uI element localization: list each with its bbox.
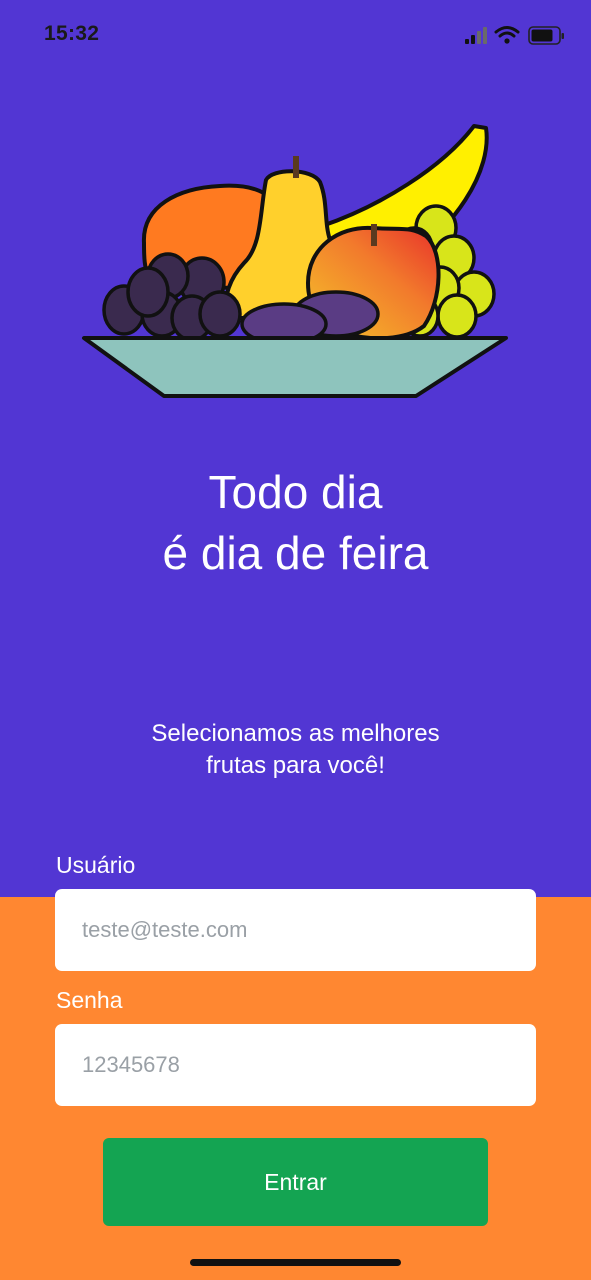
battery-icon <box>528 26 564 45</box>
login-button[interactable]: Entrar <box>103 1138 488 1226</box>
subtitle-line-2: frutas para você! <box>206 752 385 779</box>
bowl-icon <box>82 336 508 398</box>
subtitle: Selecionamos as melhores frutas para voc… <box>0 718 591 782</box>
username-input[interactable] <box>55 889 536 971</box>
headline-line-1: Todo dia <box>208 466 383 518</box>
password-label: Senha <box>56 987 123 1013</box>
home-indicator[interactable] <box>190 1259 401 1266</box>
status-bar: 15:32 <box>0 0 591 70</box>
status-icons <box>465 26 564 45</box>
password-input[interactable] <box>55 1024 536 1106</box>
dark-grapes-icon <box>102 252 242 342</box>
subtitle-line-1: Selecionamos as melhores <box>151 720 440 747</box>
cellular-signal-icon <box>465 27 487 44</box>
status-time: 15:32 <box>44 22 100 45</box>
username-label: Usuário <box>56 852 136 878</box>
headline: Todo dia é dia de feira <box>0 462 591 584</box>
wifi-icon <box>494 26 520 44</box>
fruit-bowl-illustration <box>82 124 508 398</box>
headline-line-2: é dia de feira <box>162 527 429 579</box>
